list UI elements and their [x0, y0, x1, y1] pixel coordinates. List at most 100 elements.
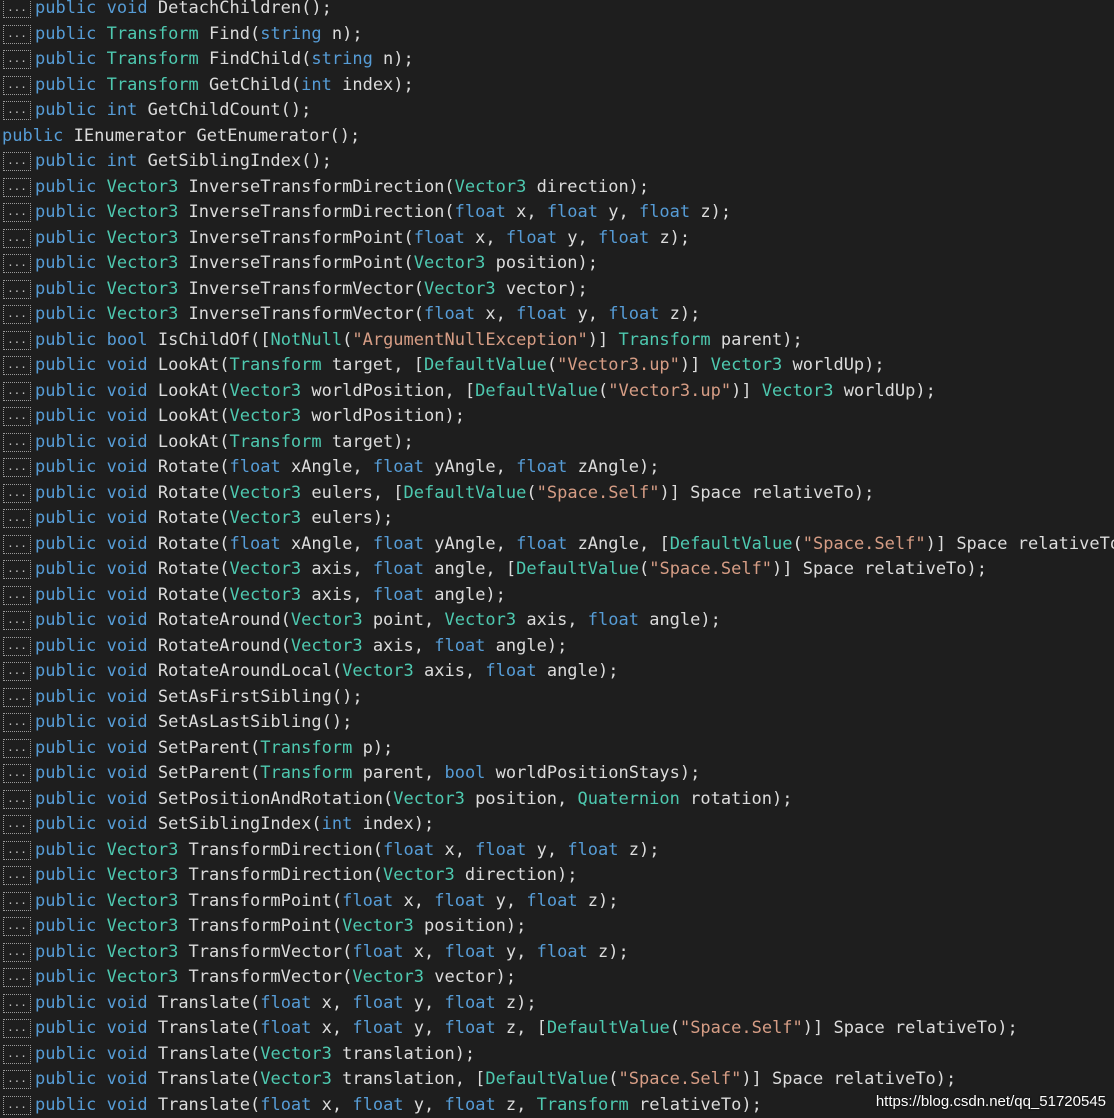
fold-collapsed-icon[interactable]: ... — [3, 891, 31, 911]
code-line[interactable]: ... public Vector3 TransformVector(float … — [0, 940, 1114, 966]
fold-collapsed-icon[interactable]: ... — [3, 381, 31, 401]
fold-collapsed-icon[interactable]: ... — [3, 815, 31, 834]
code-line[interactable]: ... public void Translate(Vector3 transla… — [0, 1042, 1114, 1068]
fold-collapsed-icon[interactable]: ... — [3, 1095, 31, 1115]
code-line[interactable]: ... public void SetParent(Transform p); — [0, 736, 1114, 762]
fold-collapsed-icon[interactable]: ... — [3, 917, 31, 936]
fold-collapsed-icon[interactable]: ... — [3, 483, 31, 503]
fold-collapsed-icon[interactable]: ... — [3, 585, 31, 605]
watermark: https://blog.csdn.net/qq_51720545 — [875, 1093, 1106, 1110]
code-line[interactable]: ... public void SetPositionAndRotation(Ve… — [0, 787, 1114, 813]
code-line[interactable]: ... public Vector3 TransformDirection(Vec… — [0, 863, 1114, 889]
fold-collapsed-icon[interactable]: ... — [3, 228, 31, 248]
code-line[interactable]: ... public void RotateAroundLocal(Vector3… — [0, 659, 1114, 685]
fold-collapsed-icon[interactable]: ... — [3, 560, 31, 579]
code-line[interactable]: ... public void LookAt(Vector3 worldPosit… — [0, 379, 1114, 405]
code-line[interactable]: ... public Transform Find(string n); — [0, 22, 1114, 48]
code-line[interactable]: ... public void RotateAround(Vector3 poin… — [0, 608, 1114, 634]
fold-collapsed-icon[interactable]: ... — [3, 942, 31, 962]
code-token: y, — [577, 304, 609, 324]
fold-collapsed-icon[interactable]: ... — [3, 993, 31, 1013]
code-line[interactable]: ... public Vector3 TransformVector(Vector… — [0, 965, 1114, 991]
code-line[interactable]: ... public void Translate(float x, float … — [0, 1016, 1114, 1042]
code-line[interactable]: ... public void LookAt(Vector3 worldPosit… — [0, 404, 1114, 430]
code-line[interactable]: ... public Transform FindChild(string n); — [0, 47, 1114, 73]
fold-collapsed-icon[interactable]: ... — [3, 840, 31, 860]
fold-collapsed-icon[interactable]: ... — [3, 738, 31, 758]
code-token: public — [35, 686, 107, 707]
fold-collapsed-icon[interactable]: ... — [3, 203, 31, 222]
code-line[interactable]: ... public Vector3 TransformPoint(Vector3… — [0, 914, 1114, 940]
fold-collapsed-icon[interactable]: ... — [3, 254, 31, 273]
code-line[interactable]: ... public void LookAt(Transform target, … — [0, 353, 1114, 379]
code-line[interactable]: ... public Vector3 InverseTransformPoint(… — [0, 226, 1114, 252]
fold-collapsed-icon[interactable]: ... — [3, 458, 31, 477]
code-token: IEnumerator — [73, 125, 197, 146]
fold-collapsed-icon[interactable]: ... — [3, 24, 31, 44]
code-token: float — [638, 202, 701, 222]
code-line[interactable]: ... public Vector3 InverseTransformDirect… — [0, 175, 1114, 201]
code-text: public void Translate(Vector3 translatio… — [35, 1042, 475, 1068]
fold-collapsed-icon[interactable]: ... — [3, 866, 31, 885]
code-line[interactable]: ... public Vector3 InverseTransformPoint(… — [0, 251, 1114, 277]
fold-collapsed-icon[interactable]: ... — [3, 356, 31, 375]
fold-collapsed-icon[interactable]: ... — [3, 152, 31, 171]
code-token: Vector3 — [106, 278, 189, 299]
code-line[interactable]: ... public void SetParent(Transform paren… — [0, 761, 1114, 787]
code-line[interactable]: ... public int GetChildCount(); — [0, 98, 1114, 124]
fold-collapsed-icon[interactable]: ... — [3, 764, 31, 783]
code-line[interactable]: ... public void Rotate(Vector3 axis, floa… — [0, 583, 1114, 609]
fold-collapsed-icon[interactable]: ... — [3, 101, 31, 120]
fold-collapsed-icon[interactable]: ... — [3, 50, 31, 69]
fold-collapsed-icon[interactable]: ... — [3, 636, 31, 656]
fold-collapsed-icon[interactable]: ... — [3, 432, 31, 452]
code-line[interactable]: ... public void Rotate(float xAngle, floa… — [0, 532, 1114, 558]
fold-collapsed-icon[interactable]: ... — [3, 713, 31, 732]
fold-collapsed-icon[interactable]: ... — [3, 407, 31, 426]
code-text: public void SetParent(Transform parent, … — [35, 761, 700, 787]
code-token: ( — [638, 559, 650, 579]
fold-collapsed-icon[interactable]: ... — [3, 177, 31, 197]
code-line[interactable]: ... public void Rotate(Vector3 eulers, [D… — [0, 481, 1114, 507]
code-token: float — [444, 992, 506, 1013]
code-line[interactable]: ... public void RotateAround(Vector3 axis… — [0, 634, 1114, 660]
code-line[interactable]: ... public void Rotate(float xAngle, floa… — [0, 455, 1114, 481]
code-token: ( — [342, 967, 353, 987]
fold-collapsed-icon[interactable]: ... — [3, 509, 31, 528]
code-line[interactable]: ... public Vector3 TransformDirection(flo… — [0, 838, 1114, 864]
fold-collapsed-icon[interactable]: ... — [3, 330, 31, 350]
fold-collapsed-icon[interactable]: ... — [3, 75, 31, 95]
code-line[interactable]: ... public Transform GetChild(int index); — [0, 73, 1114, 99]
code-line[interactable]: ... public void Translate(float x, float … — [0, 991, 1114, 1017]
fold-collapsed-icon[interactable]: ... — [3, 611, 31, 630]
code-line[interactable]: ... public void SetAsLastSibling(); — [0, 710, 1114, 736]
fold-collapsed-icon[interactable]: ... — [3, 687, 31, 707]
code-line[interactable]: public IEnumerator GetEnumerator(); — [0, 124, 1114, 150]
fold-collapsed-icon[interactable]: ... — [3, 1070, 31, 1089]
code-line[interactable]: ... public void DetachChildren(); — [0, 0, 1114, 22]
code-line[interactable]: ... public void Rotate(Vector3 axis, floa… — [0, 557, 1114, 583]
code-editor[interactable]: ... public void DetachChildren();... publi… — [0, 0, 1114, 1118]
code-line[interactable]: ... public int GetSiblingIndex(); — [0, 149, 1114, 175]
code-line[interactable]: ... public Vector3 TransformPoint(float x… — [0, 889, 1114, 915]
code-line[interactable]: ... public void LookAt(Transform target); — [0, 430, 1114, 456]
code-token: Vector3 — [106, 227, 189, 248]
code-line[interactable]: ... public void Rotate(Vector3 eulers); — [0, 506, 1114, 532]
fold-collapsed-icon[interactable]: ... — [3, 534, 31, 554]
fold-collapsed-icon[interactable]: ... — [3, 305, 31, 324]
fold-collapsed-icon[interactable]: ... — [3, 0, 31, 18]
fold-collapsed-icon[interactable]: ... — [3, 662, 31, 681]
code-text: public Vector3 InverseTransformVector(Ve… — [35, 277, 588, 303]
fold-collapsed-icon[interactable]: ... — [3, 789, 31, 809]
fold-collapsed-icon[interactable]: ... — [3, 1044, 31, 1064]
code-line[interactable]: ... public void SetAsFirstSibling(); — [0, 685, 1114, 711]
code-line[interactable]: ... public Vector3 InverseTransformVector… — [0, 302, 1114, 328]
fold-collapsed-icon[interactable]: ... — [3, 1019, 31, 1038]
code-line[interactable]: ... public bool IsChildOf([NotNull("Argum… — [0, 328, 1114, 354]
code-line[interactable]: ... public Vector3 InverseTransformVector… — [0, 277, 1114, 303]
code-line[interactable]: ... public Vector3 InverseTransformDirect… — [0, 200, 1114, 226]
fold-collapsed-icon[interactable]: ... — [3, 968, 31, 987]
fold-collapsed-icon[interactable]: ... — [3, 279, 31, 299]
code-line[interactable]: ... public void Translate(Vector3 transla… — [0, 1067, 1114, 1093]
code-line[interactable]: ... public void SetSiblingIndex(int index… — [0, 812, 1114, 838]
